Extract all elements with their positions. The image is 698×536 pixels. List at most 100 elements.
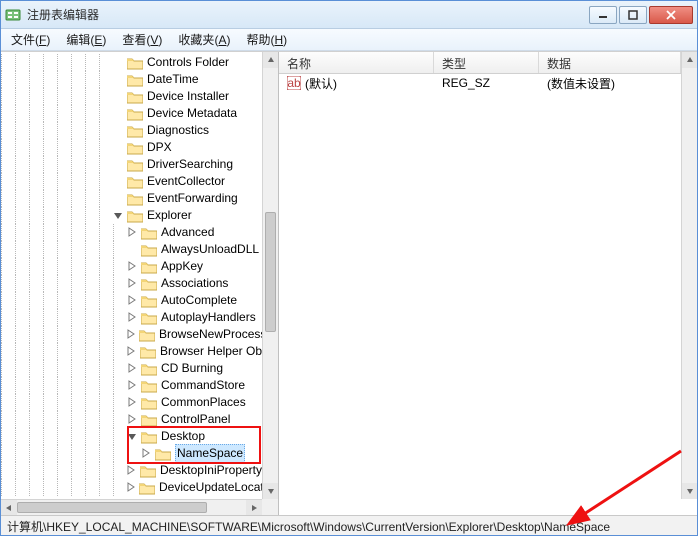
tree-item[interactable]: Device Installer xyxy=(1,88,262,105)
tree-item[interactable]: ControlPanel xyxy=(1,411,262,428)
tree-item[interactable]: Explorer xyxy=(1,207,262,224)
scroll-thumb[interactable] xyxy=(17,502,207,513)
tree-item[interactable]: Advanced xyxy=(1,224,262,241)
folder-icon xyxy=(127,209,143,223)
folder-icon xyxy=(141,277,157,291)
column-data[interactable]: 数据 xyxy=(539,52,681,73)
menu-favorites[interactable]: 收藏夹(A) xyxy=(172,29,236,50)
tree-item[interactable]: DPX xyxy=(1,139,262,156)
tree-item[interactable]: DeviceUpdateLocati xyxy=(1,479,262,496)
folder-icon xyxy=(141,396,157,410)
collapse-icon[interactable] xyxy=(113,210,124,221)
minimize-button[interactable] xyxy=(589,6,617,24)
expand-icon[interactable] xyxy=(127,261,138,272)
tree-horizontal-scrollbar[interactable] xyxy=(1,499,262,515)
tree-item[interactable]: EventForwarding xyxy=(1,190,262,207)
expand-icon[interactable] xyxy=(127,329,136,340)
tree-item-label: CommonPlaces xyxy=(161,394,246,411)
tree-item-label: DriverSearching xyxy=(147,156,233,173)
value-row[interactable]: (默认)REG_SZ(数值未设置) xyxy=(279,74,681,92)
string-value-icon xyxy=(287,76,301,90)
tree-toggle-blank xyxy=(113,125,124,136)
menu-view[interactable]: 查看(V) xyxy=(116,29,168,50)
value-data: (数值未设置) xyxy=(543,75,681,92)
tree-panel: Controls FolderDateTimeDevice InstallerD… xyxy=(1,52,279,515)
expand-icon[interactable] xyxy=(127,295,138,306)
folder-icon xyxy=(141,379,157,393)
tree-item[interactable]: NameSpace xyxy=(1,445,262,462)
tree-item-label: CD Burning xyxy=(161,360,223,377)
folder-icon xyxy=(141,294,157,308)
tree-item-label: AutoplayHandlers xyxy=(161,309,256,326)
tree-item[interactable]: AutoplayHandlers xyxy=(1,309,262,326)
tree-item[interactable]: CD Burning xyxy=(1,360,262,377)
expand-icon[interactable] xyxy=(127,397,138,408)
tree-vertical-scrollbar[interactable] xyxy=(262,52,278,499)
tree-item-label: AlwaysUnloadDLL xyxy=(161,241,259,258)
close-button[interactable] xyxy=(649,6,693,24)
expand-icon[interactable] xyxy=(127,278,138,289)
tree-item[interactable]: Controls Folder xyxy=(1,54,262,71)
menu-edit[interactable]: 编辑(E) xyxy=(60,29,112,50)
tree-item[interactable]: CommonPlaces xyxy=(1,394,262,411)
tree-item-label: Diagnostics xyxy=(147,122,209,139)
scroll-down-button[interactable] xyxy=(263,483,278,499)
column-name[interactable]: 名称 xyxy=(279,52,434,73)
tree-item[interactable]: DateTime xyxy=(1,71,262,88)
expand-icon[interactable] xyxy=(127,482,136,493)
tree-item[interactable]: AppKey xyxy=(1,258,262,275)
scroll-up-button[interactable] xyxy=(682,52,697,68)
scroll-left-button[interactable] xyxy=(1,500,17,515)
menu-file[interactable]: 文件(F) xyxy=(5,29,56,50)
folder-icon xyxy=(127,73,143,87)
expand-icon[interactable] xyxy=(127,346,137,357)
tree-item-label: AppKey xyxy=(161,258,203,275)
folder-icon xyxy=(141,311,157,325)
scroll-thumb[interactable] xyxy=(265,212,276,332)
scroll-up-button[interactable] xyxy=(263,52,278,68)
tree-item[interactable]: AutoComplete xyxy=(1,292,262,309)
statusbar: 计算机\HKEY_LOCAL_MACHINE\SOFTWARE\Microsof… xyxy=(1,515,697,535)
tree-item[interactable]: DesktopIniProperty xyxy=(1,462,262,479)
scroll-right-button[interactable] xyxy=(246,500,262,515)
tree-item-label: Advanced xyxy=(161,224,214,241)
menu-help[interactable]: 帮助(H) xyxy=(240,29,293,50)
expand-icon[interactable] xyxy=(127,380,138,391)
tree-item[interactable]: Desktop xyxy=(1,428,262,445)
tree-item-label: ControlPanel xyxy=(161,411,230,428)
tree-toggle-blank xyxy=(113,142,124,153)
tree-item[interactable]: EventCollector xyxy=(1,173,262,190)
tree-item-label: DesktopIniProperty xyxy=(160,462,262,479)
expand-icon[interactable] xyxy=(127,465,137,476)
tree-item[interactable]: Device Metadata xyxy=(1,105,262,122)
column-type[interactable]: 类型 xyxy=(434,52,539,73)
values-vertical-scrollbar[interactable] xyxy=(681,52,697,499)
tree-item-label: EventForwarding xyxy=(147,190,238,207)
tree-item[interactable]: CommandStore xyxy=(1,377,262,394)
folder-icon xyxy=(141,260,157,274)
expand-icon[interactable] xyxy=(127,363,138,374)
tree-toggle-blank xyxy=(113,57,124,68)
value-type: REG_SZ xyxy=(438,76,543,90)
folder-icon xyxy=(127,90,143,104)
titlebar[interactable]: 注册表编辑器 xyxy=(1,1,697,29)
value-list[interactable]: (默认)REG_SZ(数值未设置) xyxy=(279,74,681,92)
registry-tree[interactable]: Controls FolderDateTimeDevice InstallerD… xyxy=(1,52,262,498)
tree-item[interactable]: Browser Helper Ob xyxy=(1,343,262,360)
expand-icon[interactable] xyxy=(127,227,138,238)
tree-item-label: Device Metadata xyxy=(147,105,237,122)
app-icon xyxy=(5,7,21,23)
tree-item[interactable]: AlwaysUnloadDLL xyxy=(1,241,262,258)
tree-item[interactable]: DriverSearching xyxy=(1,156,262,173)
expand-icon[interactable] xyxy=(127,312,138,323)
tree-toggle-blank xyxy=(113,193,124,204)
expand-icon[interactable] xyxy=(141,448,152,459)
tree-item[interactable]: BrowseNewProcess xyxy=(1,326,262,343)
expand-icon[interactable] xyxy=(127,414,138,425)
tree-item-label: Browser Helper Ob xyxy=(160,343,262,360)
collapse-icon[interactable] xyxy=(127,431,138,442)
scroll-down-button[interactable] xyxy=(682,483,697,499)
tree-item[interactable]: Associations xyxy=(1,275,262,292)
maximize-button[interactable] xyxy=(619,6,647,24)
tree-item[interactable]: Diagnostics xyxy=(1,122,262,139)
